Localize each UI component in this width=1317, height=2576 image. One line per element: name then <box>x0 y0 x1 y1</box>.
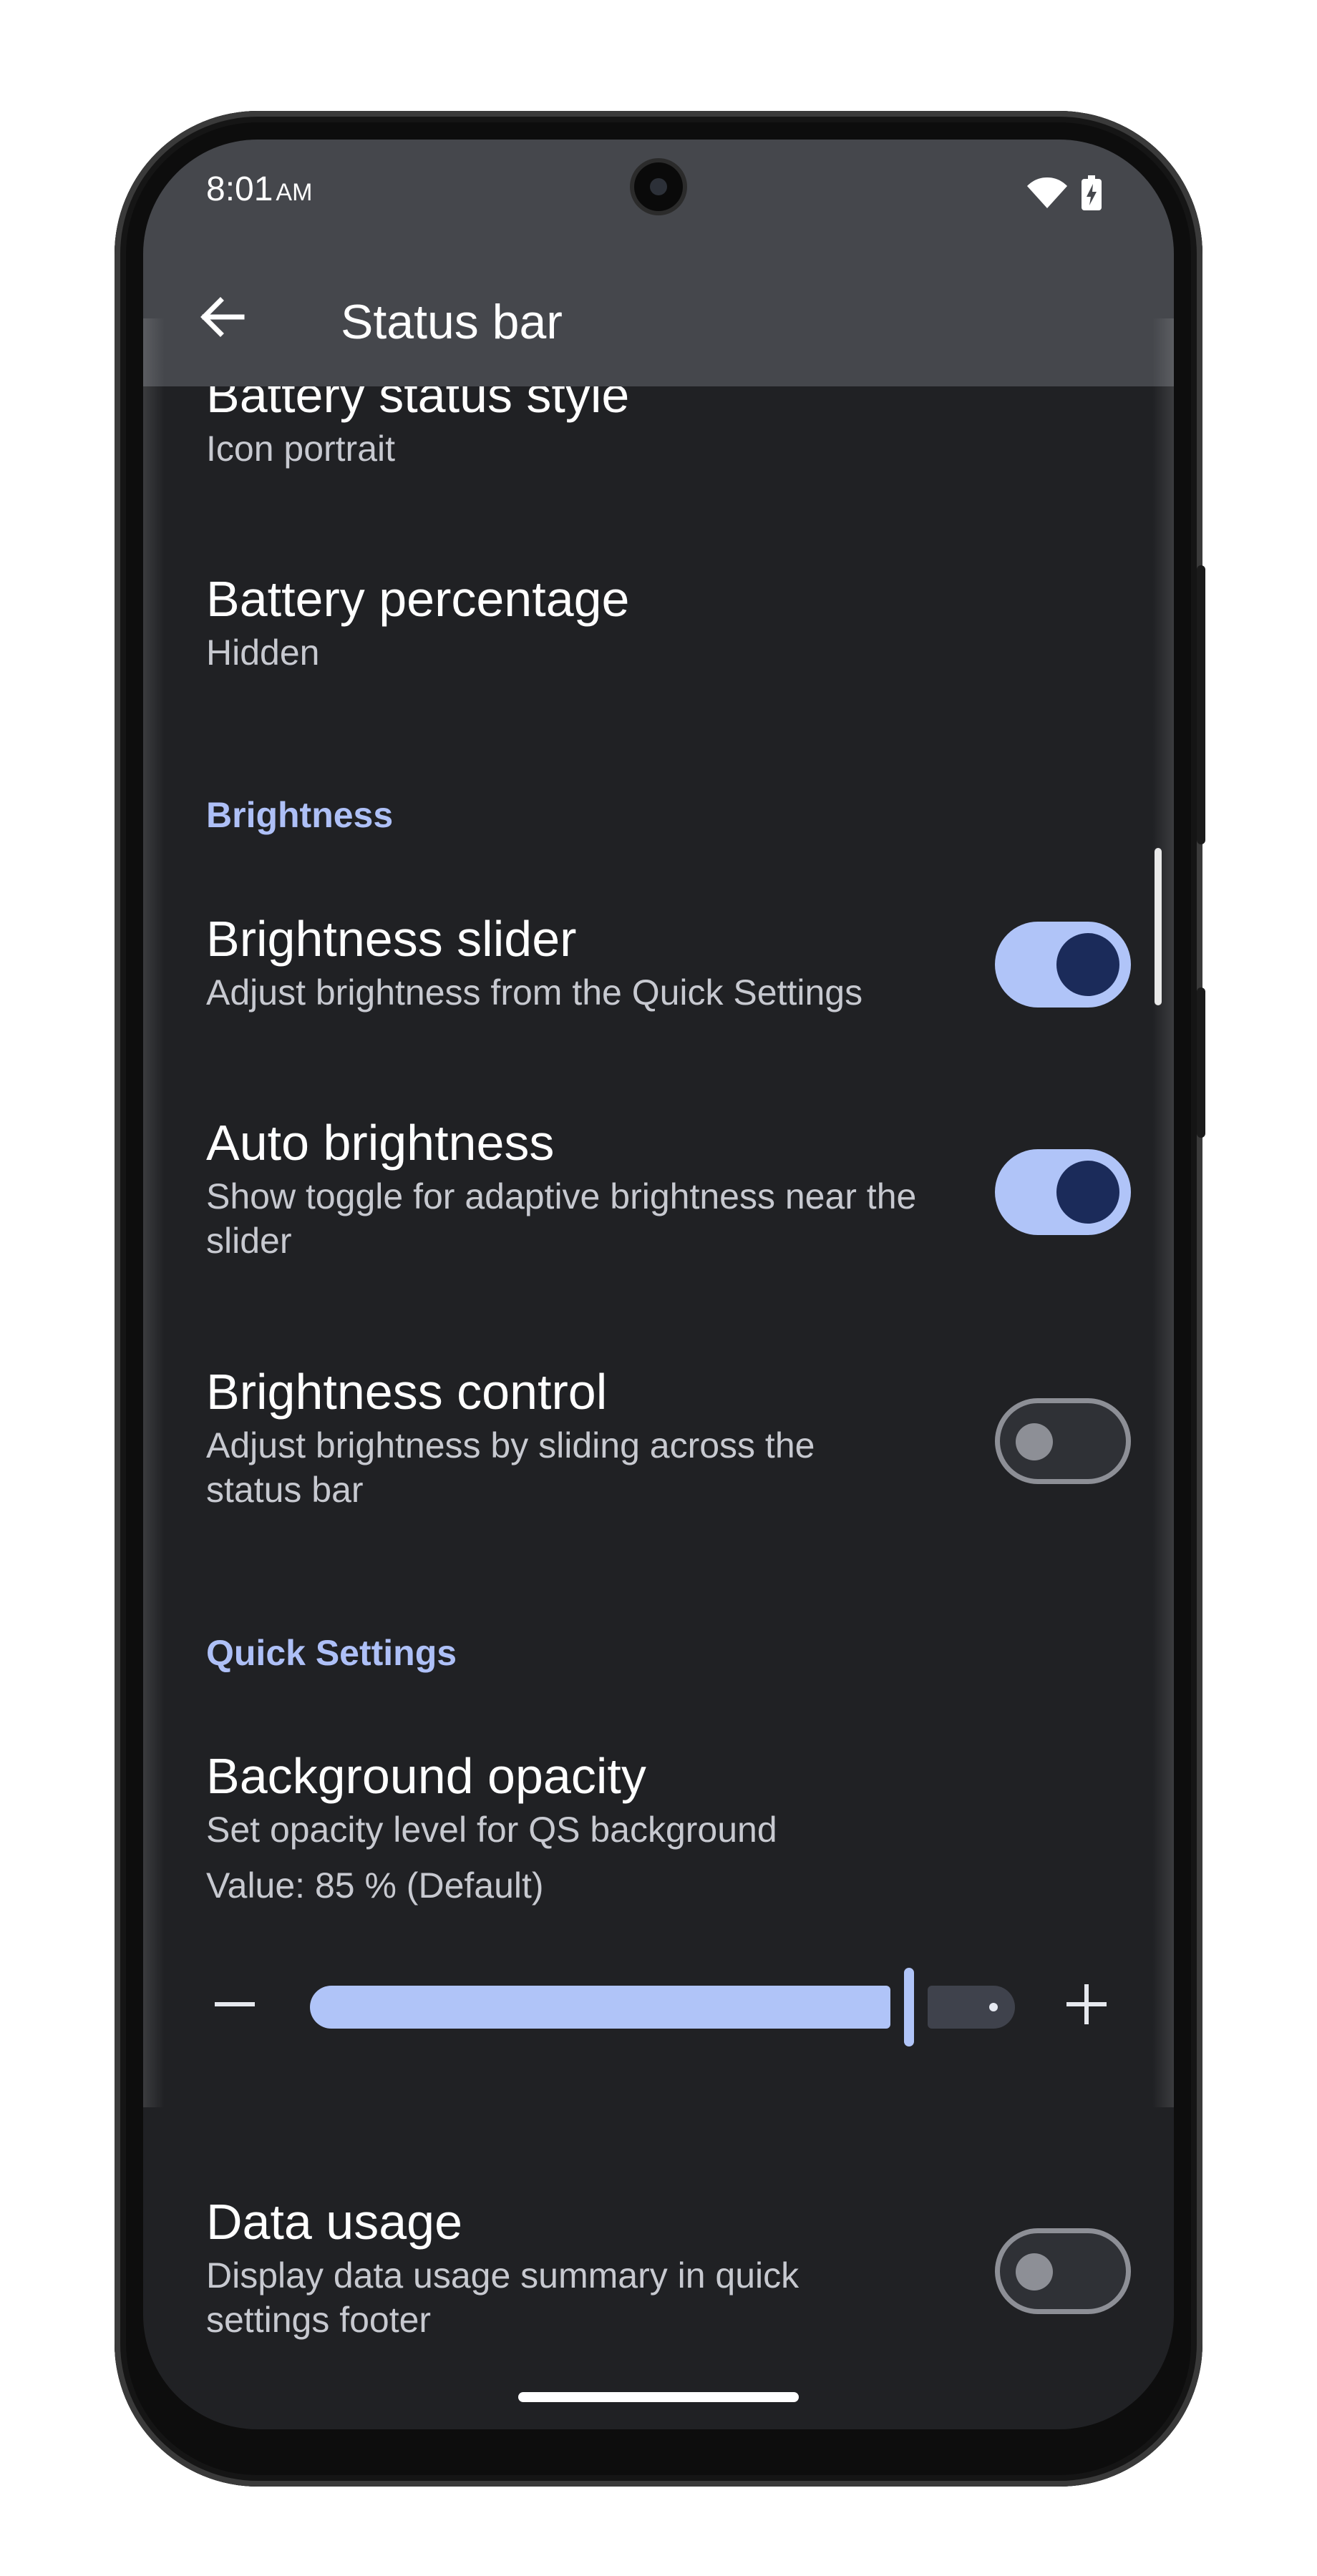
decrease-button[interactable] <box>206 1976 263 2033</box>
auto-brightness-toggle[interactable] <box>995 1149 1131 1235</box>
setting-auto-brightness[interactable]: Auto brightness Show toggle for adaptive… <box>206 1113 972 1263</box>
arrow-left-icon <box>200 297 245 337</box>
setting-brightness-slider[interactable]: Brightness slider Adjust brightness from… <box>206 909 972 1015</box>
screen: Battery status style Icon portrait Batte… <box>143 140 1174 2429</box>
back-button[interactable] <box>186 281 258 353</box>
setting-subtitle: Adjust brightness by sliding across the … <box>206 1425 815 1510</box>
home-gesture-handle[interactable] <box>518 2392 799 2402</box>
opacity-slider[interactable] <box>310 1968 1015 2046</box>
toggle-knob <box>1016 2253 1053 2290</box>
volume-button <box>1197 987 1205 1138</box>
setting-title: Battery percentage <box>206 571 630 627</box>
plus-icon <box>1066 1984 1107 2024</box>
setting-subtitle: Hidden <box>206 633 320 673</box>
minus-icon <box>215 2002 255 2006</box>
scrollbar[interactable] <box>1155 848 1162 1005</box>
setting-brightness-control[interactable]: Brightness control Adjust brightness by … <box>206 1362 972 1512</box>
data-usage-toggle[interactable] <box>995 2228 1131 2314</box>
slider-thumb[interactable] <box>904 1968 914 2046</box>
toggle-knob <box>1056 1161 1119 1224</box>
setting-title: Brightness control <box>206 1364 608 1420</box>
setting-title: Background opacity <box>206 1748 646 1804</box>
slider-active-track <box>310 1986 890 2029</box>
setting-title: Auto brightness <box>206 1115 555 1171</box>
slider-stop-indicator <box>989 2003 998 2011</box>
increase-button[interactable] <box>1058 1976 1115 2033</box>
brightness-control-toggle[interactable] <box>995 1398 1131 1484</box>
setting-subtitle: Set opacity level for QS background <box>206 1810 777 1850</box>
slider-inactive-track <box>928 1986 1015 2029</box>
brightness-slider-toggle[interactable] <box>995 922 1131 1008</box>
section-header-brightness: Brightness <box>206 795 394 835</box>
opacity-slider-row <box>206 1950 1151 2064</box>
page-title: Status bar <box>341 295 563 349</box>
setting-background-opacity[interactable]: Background opacity Set opacity level for… <box>206 1746 972 1908</box>
opacity-value-text: Value: 85 % (Default) <box>206 1865 544 1906</box>
top-app-bar: Status bar <box>143 247 1174 386</box>
section-header-quick-settings: Quick Settings <box>206 1633 457 1673</box>
setting-title: Brightness slider <box>206 911 577 967</box>
setting-data-usage[interactable]: Data usage Display data usage summary in… <box>206 2192 972 2342</box>
toggle-knob <box>1056 933 1119 996</box>
setting-title: Data usage <box>206 2194 463 2250</box>
setting-battery-percentage[interactable]: Battery percentage Hidden <box>206 569 972 675</box>
setting-subtitle: Show toggle for adaptive brightness near… <box>206 1176 917 1261</box>
setting-subtitle: Adjust brightness from the Quick Setting… <box>206 972 863 1013</box>
power-button <box>1197 565 1205 844</box>
setting-subtitle: Icon portrait <box>206 429 396 469</box>
setting-subtitle: Display data usage summary in quick sett… <box>206 2255 800 2340</box>
toggle-knob <box>1016 1423 1053 1460</box>
settings-list[interactable]: Battery status style Icon portrait Batte… <box>143 140 1174 2429</box>
